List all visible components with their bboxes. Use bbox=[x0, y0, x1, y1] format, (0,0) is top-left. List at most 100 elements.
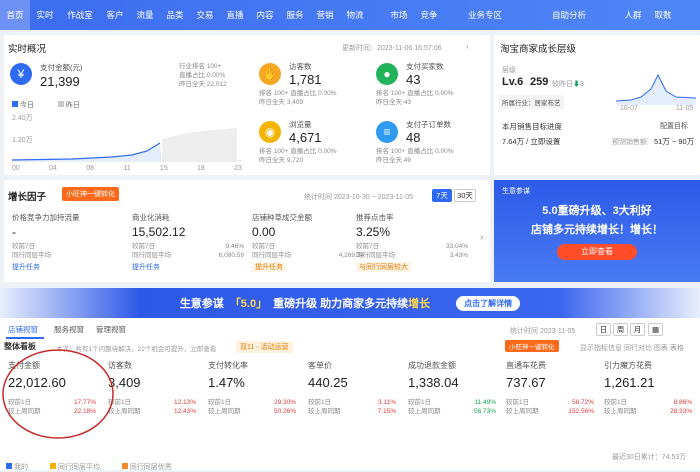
nav-item-self-analysis[interactable]: 自助分析 bbox=[544, 9, 594, 21]
period-week-button[interactable]: 周 bbox=[613, 323, 628, 336]
factor-label: 店铺种草成交金额 bbox=[252, 213, 312, 222]
nav-item-trade[interactable]: 交易 bbox=[190, 9, 220, 21]
factors-tag-button[interactable]: 小旺神一键转化 bbox=[62, 187, 119, 201]
kpi-compare-2: 较上周同期 bbox=[506, 408, 539, 415]
card-label: 访客数 bbox=[289, 62, 312, 71]
factor-card[interactable]: 价格竞争力加持流量 - 较前7日 同行同层平均 提升任务 bbox=[12, 212, 124, 274]
chart-view-toggle[interactable]: 图表 bbox=[654, 345, 668, 352]
live-share-value: 0.00% bbox=[206, 72, 226, 79]
card-value: 43 bbox=[406, 72, 421, 87]
chevron-right-icon[interactable]: › bbox=[480, 232, 483, 243]
table-view-toggle[interactable]: 表格 bbox=[670, 345, 684, 352]
kpi-card[interactable]: 引力魔方花费 1,261.21 较前1日 8.86% 较上周同期 28.33% bbox=[600, 356, 696, 436]
tab-service-view[interactable]: 服务视窗 bbox=[54, 324, 84, 335]
hand-icon: ✋ bbox=[259, 63, 281, 85]
nav-item-business[interactable]: 业务专区 bbox=[460, 9, 510, 21]
banner-detail-button[interactable]: 点击了解详情 bbox=[456, 295, 521, 311]
nav-item-content[interactable]: 内容 bbox=[250, 9, 280, 21]
ad-view-button[interactable]: 立即查看 bbox=[557, 244, 637, 260]
period-month-button[interactable]: 月 bbox=[630, 323, 645, 336]
factor-percent-2: 6,080.59 bbox=[218, 252, 244, 259]
nav-item-market[interactable]: 市场 bbox=[384, 9, 414, 21]
x-tick: 15 bbox=[159, 165, 168, 172]
kpi-percent-1: 29.30% bbox=[273, 399, 296, 406]
factor-card[interactable]: 店铺种草成交金额 0.00 较前7日 同行同层平均 4,269.34 提升任务 bbox=[252, 212, 364, 274]
chevron-right-icon[interactable]: › bbox=[466, 42, 469, 51]
card-rank-label: 排名 bbox=[259, 90, 272, 97]
event-badge[interactable]: 双11 · 活动运营 bbox=[236, 341, 293, 353]
kpi-card[interactable]: 支付转化率 1.47% 较前1日 29.30% 较上周同期 50.26% bbox=[204, 356, 300, 436]
calendar-icon[interactable]: ▦ bbox=[648, 323, 663, 336]
legend-yesterday: 昨日 bbox=[65, 102, 80, 109]
view-tabs: 店铺视窗 服务视窗 管理视窗 统计时间 2023-11-05 日 周 月 ▦ bbox=[0, 318, 700, 340]
x-tick: 23 bbox=[234, 165, 242, 172]
period-30d-button[interactable]: 30天 bbox=[454, 189, 476, 202]
card-b-label: 昨日全天 bbox=[376, 157, 402, 164]
nav-item-category[interactable]: 品类 bbox=[160, 9, 190, 21]
overview-tag-button[interactable]: 小旺神一键转化 bbox=[505, 340, 559, 352]
nav-item-service[interactable]: 服务 bbox=[280, 9, 310, 21]
kpi-card[interactable]: 成功退款金额 1,338.04 较前1日 11.49% 较上周同期 56.73% bbox=[404, 356, 500, 436]
legend-avg-swatch bbox=[49, 463, 56, 469]
realtime-chart bbox=[12, 128, 242, 162]
card-rank: 100+ bbox=[273, 148, 289, 155]
nav-item-realtime[interactable]: 实时 bbox=[30, 9, 60, 21]
nav-item-home[interactable]: 首页 bbox=[0, 0, 30, 30]
factor-link[interactable]: 提升任务 bbox=[12, 262, 124, 272]
rank-label: 行业排名 bbox=[179, 63, 205, 70]
metric-card-suborders[interactable]: ≡ 支付子订单数 48 排名 100+ 直播占比 0.00% 昨日全天 49 bbox=[376, 119, 486, 169]
config-target-link[interactable]: 配置目标 bbox=[660, 121, 688, 131]
nav-item-competition[interactable]: 竞争 bbox=[414, 9, 444, 21]
nav-item-live[interactable]: 直播 bbox=[220, 9, 250, 21]
peer-compare-toggle[interactable]: 同行对比 bbox=[624, 345, 652, 352]
factor-compare-1: 较前7日 bbox=[252, 243, 276, 250]
card-rank-label: 排名 bbox=[376, 90, 389, 97]
metric-card-visitors[interactable]: ✋ 访客数 1,781 排名 100+ 直播占比 0.00% 昨日全天 3,40… bbox=[259, 61, 369, 111]
pay-label: 支付金额(元) bbox=[40, 63, 83, 72]
tab-active-indicator bbox=[6, 337, 44, 339]
tab-manage-view[interactable]: 管理视窗 bbox=[96, 324, 126, 335]
target-amount[interactable]: 7.64万 / 立即设置 bbox=[502, 136, 560, 147]
nav-item-crowd[interactable]: 人群 bbox=[618, 9, 648, 21]
kpi-compare-2: 较上周同期 bbox=[604, 408, 637, 415]
nav-item-marketing[interactable]: 营销 bbox=[310, 9, 340, 21]
realtime-panel: 实时概况 更新时间：2023-11-06 16:57:06 › ¥ 支付金额(元… bbox=[4, 35, 490, 175]
nav-item-traffic[interactable]: 流量 bbox=[130, 9, 160, 21]
score-change: 3 bbox=[580, 81, 584, 88]
card-a-label: 直播占比 bbox=[290, 90, 317, 97]
show-metric-info-toggle[interactable]: 显示指标信息 bbox=[580, 345, 622, 352]
factor-card[interactable]: 商业化消耗 15,502.12 较前7日 9.46% 同行同层平均 6,080.… bbox=[132, 212, 244, 274]
promo-ad-panel[interactable]: 生意参谋 5.0重磅升级、3大利好 店铺多元持续增长！增长！ 立即查看 bbox=[494, 180, 700, 282]
factor-link[interactable]: 提升任务 bbox=[252, 262, 286, 272]
kpi-percent-1: 58.72% bbox=[571, 399, 594, 406]
factor-card[interactable]: 推荐点击率 3.25% 较前7日 33.04% 同行同层平均 3.43% 与同行… bbox=[356, 212, 468, 274]
factor-value: - bbox=[12, 225, 16, 239]
nav-item-warroom[interactable]: 作战室 bbox=[60, 9, 100, 21]
recent-30-days: 最近30日累计：74.53万 bbox=[612, 454, 687, 461]
nav-item-fetch[interactable]: 取数 bbox=[648, 9, 678, 21]
eye-icon: ◉ bbox=[259, 121, 281, 143]
kpi-compare-1: 较前1日 bbox=[604, 399, 628, 406]
factor-compare-2: 同行同层平均 bbox=[356, 252, 395, 259]
metric-card-pageviews[interactable]: ◉ 浏览量 4,671 排名 100+ 直播占比 0.00% 昨日全天 9,72… bbox=[259, 119, 369, 169]
axis-top: 2.40万 bbox=[12, 115, 33, 122]
x-tick: 11 bbox=[123, 165, 131, 172]
metric-card-buyers[interactable]: ● 支付买家数 43 排名 100+ 直播占比 0.00% 昨日全天 43 bbox=[376, 61, 486, 111]
user-icon: ● bbox=[376, 63, 398, 85]
kpi-card[interactable]: 客单价 440.25 较前1日 3.11% 较上周同期 7.15% bbox=[304, 356, 400, 436]
promo-banner[interactable]: 生意参谋 「5.0」 重磅升级 助力商家多元持续 增长 点击了解详情 bbox=[0, 288, 700, 318]
factor-link[interactable]: 与同行同层较大 bbox=[356, 262, 411, 272]
card-a: 0.00% bbox=[435, 148, 454, 155]
growth-title: 淘宝商家成长层级 bbox=[500, 44, 577, 55]
rank-value: 100+ bbox=[206, 63, 222, 70]
period-day-button[interactable]: 日 bbox=[596, 323, 611, 336]
nav-item-logistics[interactable]: 物流 bbox=[340, 9, 370, 21]
tab-store-view[interactable]: 店铺视窗 bbox=[8, 324, 38, 335]
period-7d-button[interactable]: 7天 bbox=[432, 189, 452, 202]
legend-yesterday-swatch bbox=[57, 101, 64, 107]
kpi-card[interactable]: 直通车花费 737.67 较前1日 58.72% 较上周同期 152.56% bbox=[502, 356, 598, 436]
x-tick: 18 bbox=[197, 165, 205, 172]
nav-item-customer[interactable]: 客户 bbox=[100, 9, 130, 21]
factor-link[interactable]: 提升任务 bbox=[132, 262, 244, 272]
card-metrics: 排名 100+ 直播占比 0.00% 昨日全天 49 bbox=[376, 147, 486, 165]
